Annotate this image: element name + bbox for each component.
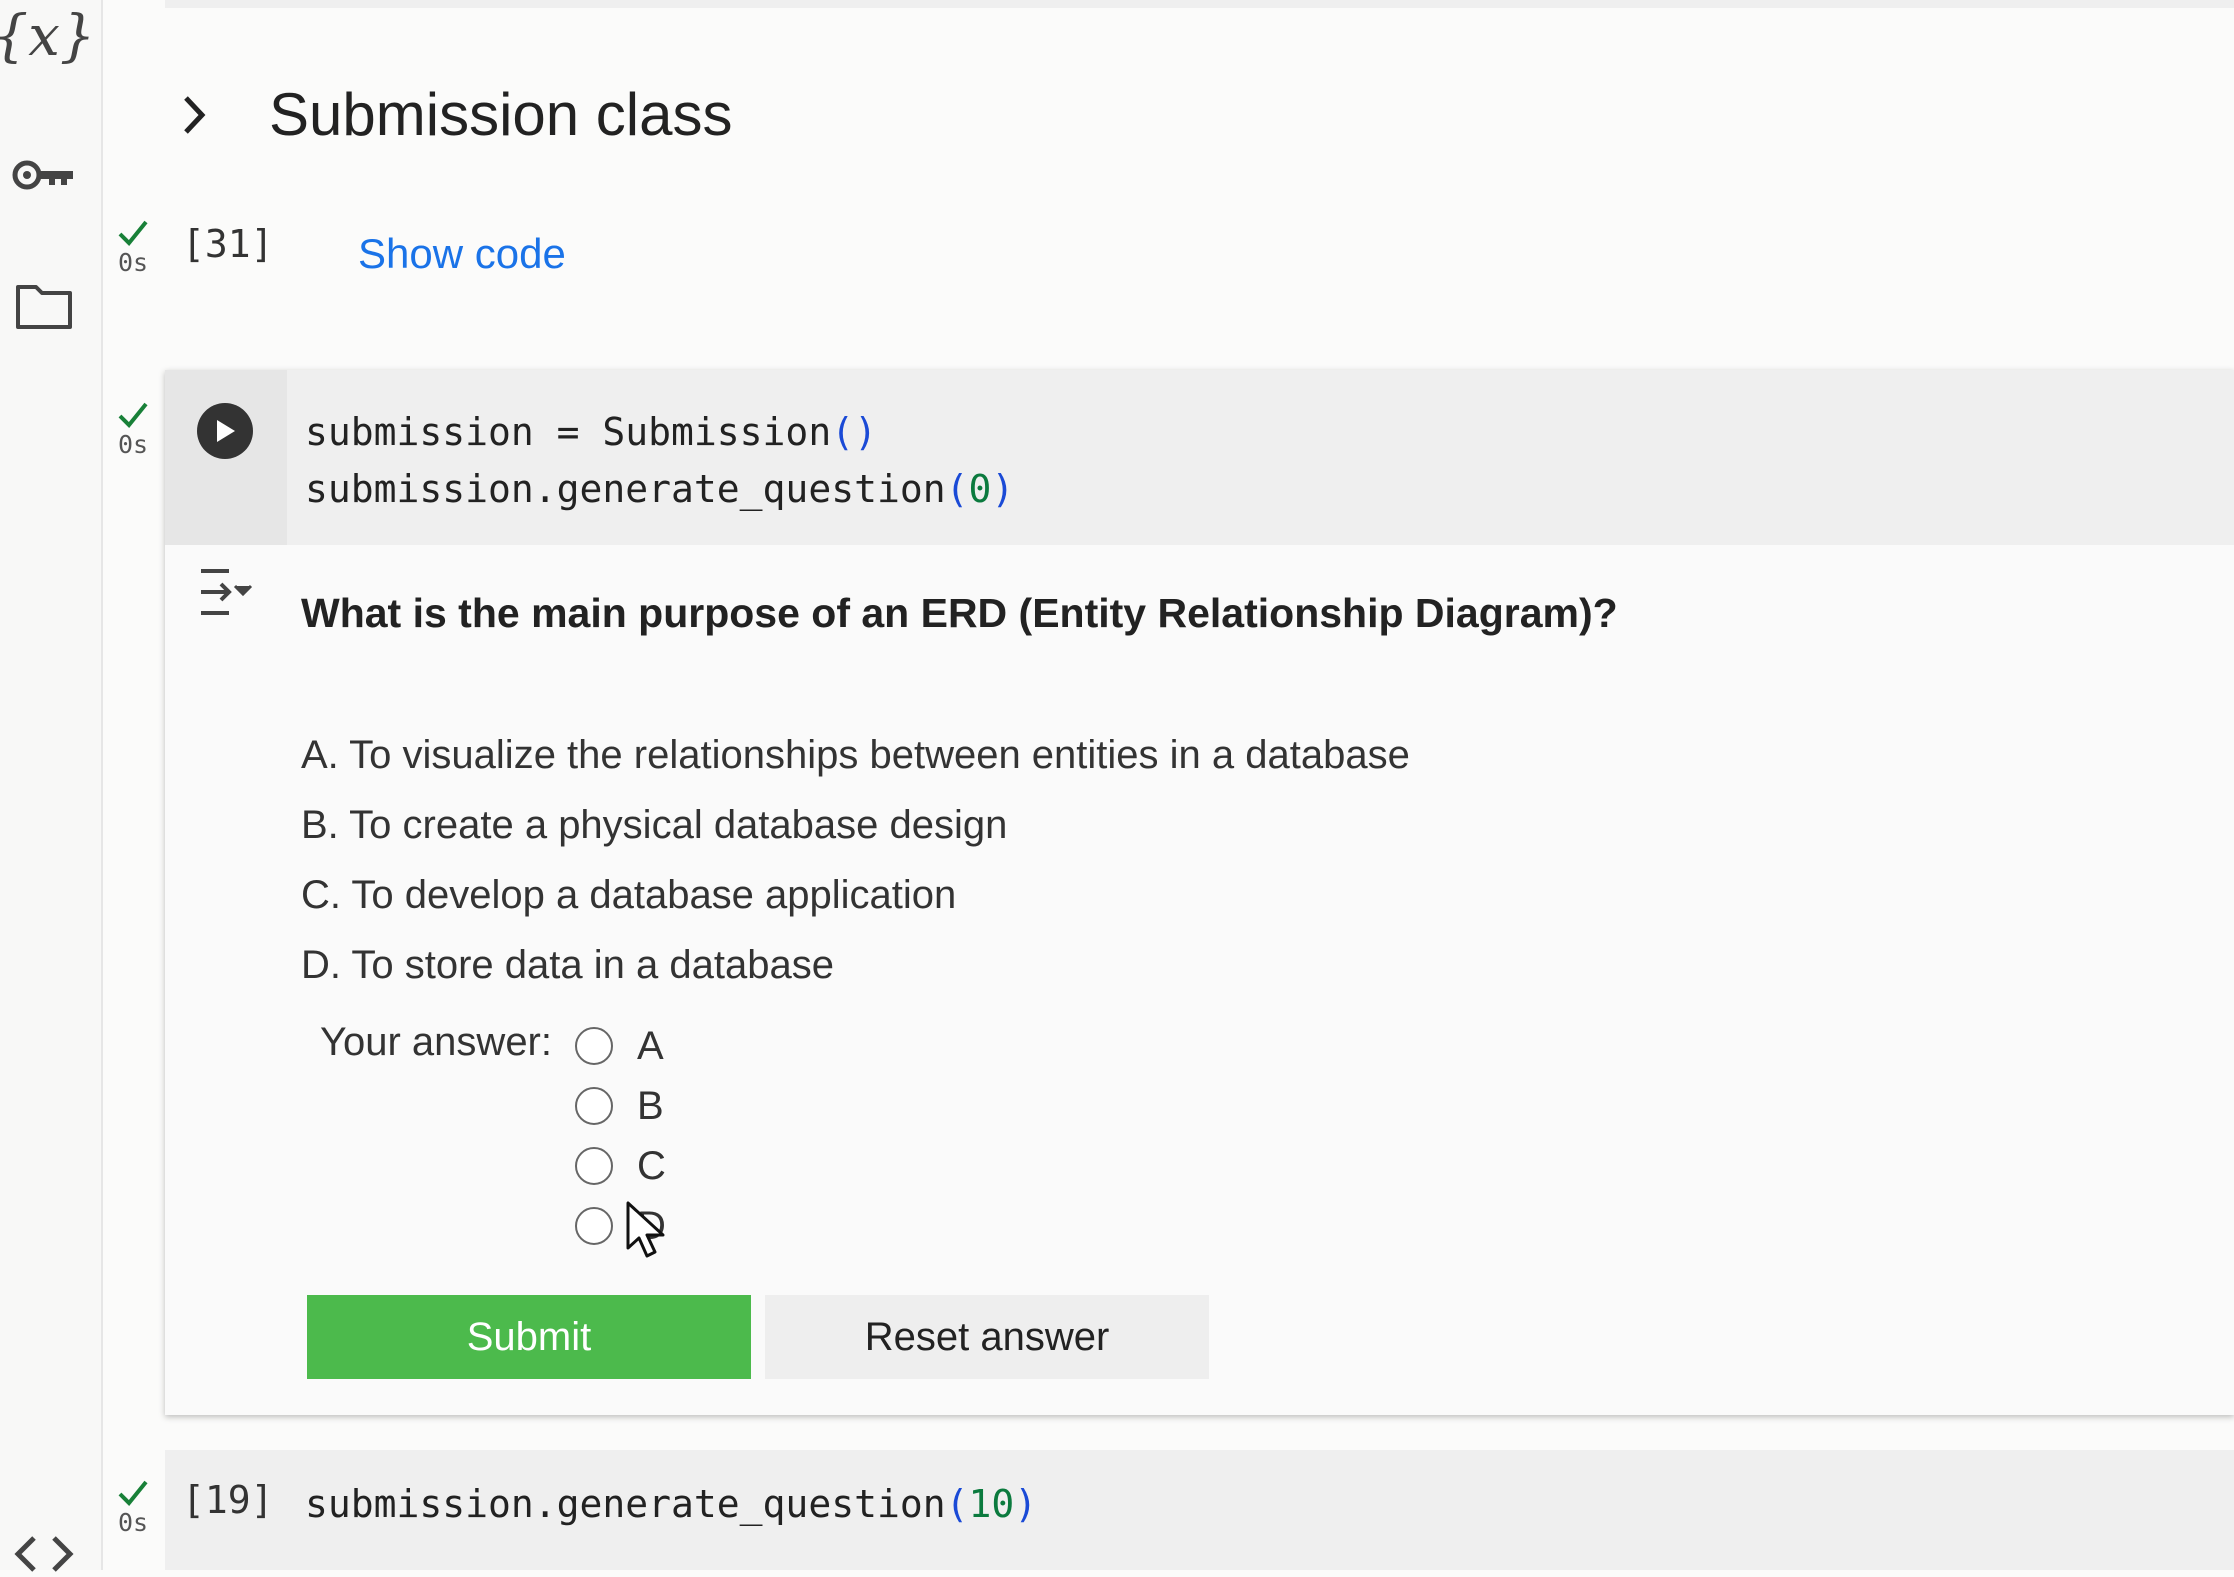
- answer-options-list: A. To visualize the relationships betwee…: [301, 720, 1410, 1000]
- radio-option-b[interactable]: B: [575, 1076, 664, 1136]
- cell-status: 0s: [103, 218, 163, 277]
- folder-icon[interactable]: [8, 270, 80, 342]
- play-icon: [217, 420, 235, 442]
- code-token: submission.generate_question: [305, 467, 946, 511]
- code-token: ): [1014, 1482, 1038, 1526]
- chevron-right-icon[interactable]: [180, 90, 210, 145]
- run-cell-button[interactable]: [197, 403, 253, 459]
- code-token: ): [991, 467, 1015, 511]
- code-token: submission.generate_question: [305, 1482, 946, 1526]
- check-icon: [118, 1480, 148, 1506]
- cell-status: 0s: [103, 400, 163, 459]
- mouse-pointer-icon: [625, 1200, 669, 1265]
- exec-time: 0s: [117, 430, 149, 459]
- radio-option-c[interactable]: C: [575, 1136, 666, 1196]
- code-cell[interactable]: [19] submission.generate_question(10): [165, 1450, 2234, 1570]
- radio-label[interactable]: C: [637, 1144, 666, 1189]
- your-answer-label: Your answer:: [320, 1020, 552, 1064]
- code-token: (: [945, 467, 969, 511]
- code-token: (): [831, 410, 877, 454]
- cell-gutter: [165, 370, 287, 545]
- option-b: B. To create a physical database design: [301, 803, 1008, 847]
- output-collapse-icon[interactable]: [195, 565, 259, 624]
- radio-button[interactable]: [575, 1207, 613, 1245]
- exec-time: 0s: [117, 248, 149, 277]
- question-text: What is the main purpose of an ERD (Enti…: [301, 590, 1618, 636]
- radio-button[interactable]: [575, 1087, 613, 1125]
- radio-button[interactable]: [575, 1027, 613, 1065]
- option-c: C. To develop a database application: [301, 873, 957, 917]
- left-sidebar: {x}: [0, 0, 103, 1572]
- code-token: (: [945, 1482, 969, 1526]
- code-icon[interactable]: [12, 1532, 76, 1577]
- section-title: Submission class: [269, 81, 733, 148]
- reset-answer-button[interactable]: Reset answer: [765, 1295, 1209, 1379]
- radio-label[interactable]: B: [637, 1084, 664, 1129]
- check-icon: [118, 220, 148, 246]
- variables-icon[interactable]: {x}: [0, 0, 95, 72]
- radio-button[interactable]: [575, 1147, 613, 1185]
- cell-status: 0s: [103, 1478, 163, 1537]
- option-a: A. To visualize the relationships betwee…: [301, 733, 1410, 777]
- option-d: D. To store data in a database: [301, 943, 834, 987]
- code-text[interactable]: submission = Submission() submission.gen…: [305, 404, 1014, 518]
- exec-time: 0s: [117, 1508, 149, 1537]
- key-icon[interactable]: [8, 139, 80, 211]
- code-token: 0: [968, 467, 992, 511]
- show-code-link[interactable]: Show code: [358, 230, 566, 278]
- code-token: submission = Submission: [305, 410, 832, 454]
- code-editor[interactable]: submission = Submission() submission.gen…: [165, 370, 2234, 545]
- execution-count: [19]: [182, 1478, 274, 1522]
- radio-label[interactable]: A: [637, 1024, 664, 1069]
- code-cell[interactable]: submission = Submission() submission.gen…: [165, 370, 2234, 1415]
- radio-option-a[interactable]: A: [575, 1016, 664, 1076]
- previous-cell-edge: [165, 0, 2234, 8]
- code-token: 10: [968, 1482, 1015, 1526]
- execution-count: [31]: [182, 222, 274, 266]
- section-header[interactable]: Submission class: [165, 72, 1065, 162]
- code-text[interactable]: submission.generate_question(10): [305, 1482, 1037, 1526]
- check-icon: [118, 402, 148, 428]
- submit-button[interactable]: Submit: [307, 1295, 751, 1379]
